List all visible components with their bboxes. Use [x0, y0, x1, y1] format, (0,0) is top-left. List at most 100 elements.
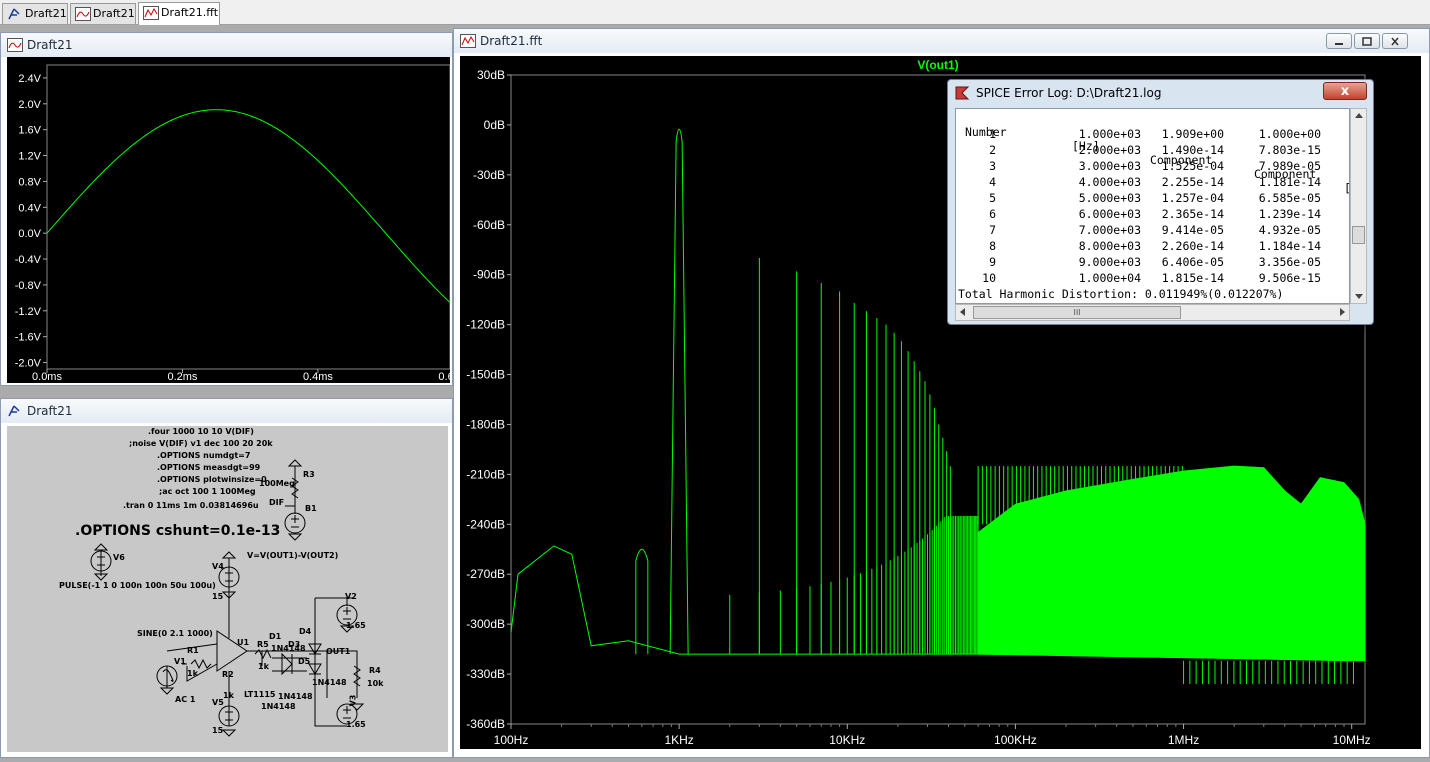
label-v1: V1: [174, 657, 186, 666]
scroll-down-arrow[interactable]: [1355, 294, 1363, 299]
label-d3-value: 1N4148: [261, 702, 296, 711]
fft-icon: [143, 6, 159, 20]
label-r3-value: 100Meg: [259, 479, 295, 488]
log-row: 2 2.000e+03 1.490e-14 7.803e-15: [956, 143, 1349, 159]
row-normalized-component: 7.803e-15: [1258, 143, 1321, 157]
minimize-button[interactable]: [1326, 33, 1352, 49]
row-normalized-component: 9.506e-15: [1258, 271, 1321, 285]
log-row: 3 3.000e+03 1.525e-04 7.989e-05: [956, 159, 1349, 175]
row-frequency: 5.000e+03: [1078, 191, 1141, 205]
directive-plotwinsize: .OPTIONS plotwinsize=0: [157, 475, 267, 484]
row-frequency: 4.000e+03: [1078, 175, 1141, 189]
label-v6: V6: [113, 553, 125, 562]
error-log-horizontal-scrollbar[interactable]: III: [955, 304, 1350, 321]
label-v6-value: PULSE(-1 1 0 100n 100n 50u 100u): [59, 581, 216, 590]
close-button[interactable]: [1382, 33, 1408, 49]
log-row: 5 5.000e+03 1.257e-04 6.585e-05: [956, 191, 1349, 207]
x-tick-label: 0.6ms: [438, 371, 450, 383]
label-v3: V3: [348, 694, 358, 707]
y-tick-label: -1.2V: [15, 306, 42, 318]
log-row: 6 6.000e+03 2.365e-14 1.239e-14: [956, 207, 1349, 223]
row-frequency: 9.000e+03: [1078, 255, 1141, 269]
spice-error-log-window[interactable]: SPICE Error Log: D:\Draft21.log x Number…: [947, 79, 1374, 325]
label-d3: D3: [288, 640, 301, 649]
row-number: 4: [989, 175, 996, 189]
label-b-expr: V=V(OUT1)-V(OUT2): [247, 551, 339, 560]
window-title: Draft21.fft: [480, 34, 543, 48]
row-number: 2: [989, 143, 996, 157]
error-log-vertical-scrollbar[interactable]: [1350, 108, 1367, 304]
directive-four: .four 1000 10 10 V(DIF): [148, 427, 254, 436]
error-log-title: SPICE Error Log: D:\Draft21.log: [976, 86, 1162, 100]
y-tick-label: -120dB: [466, 318, 505, 332]
x-tick-label: 1MHz: [1168, 733, 1199, 747]
x-tick-label: 1KHz: [664, 733, 693, 747]
plot-background: [7, 57, 450, 383]
tab-schematic[interactable]: Draft21: [2, 3, 68, 24]
label-d5: D5: [298, 657, 311, 666]
row-frequency: 7.000e+03: [1078, 223, 1141, 237]
row-number: 8: [989, 239, 996, 253]
row-number: 3: [989, 159, 996, 173]
y-tick-label: -330dB: [466, 667, 505, 681]
row-number: 7: [989, 223, 996, 237]
window-title: Draft21: [27, 404, 73, 418]
row-number: 9: [989, 255, 996, 269]
row-frequency: 1.000e+03: [1078, 127, 1141, 141]
y-tick-label: 30dB: [477, 68, 505, 82]
directive-ac: ;ac oct 100 1 100Meg: [159, 487, 256, 496]
row-component: 6.406e-05: [1161, 255, 1224, 269]
row-normalized-component: 1.184e-14: [1258, 239, 1321, 253]
label-d5-value: 1N4148: [278, 692, 313, 701]
label-v5: V5: [212, 698, 224, 707]
schematic-canvas[interactable]: .four 1000 10 10 V(DIF) ;noise V(DIF) v1…: [7, 426, 448, 752]
scroll-up-arrow[interactable]: [1355, 113, 1363, 118]
row-normalized-component: 6.585e-05: [1258, 191, 1321, 205]
scroll-right-arrow[interactable]: [1340, 308, 1345, 316]
log-header-row: Number [Hz] Component Component [: [956, 111, 1349, 195]
x-tick-label: 10MHz: [1333, 733, 1371, 747]
restore-icon: [1362, 37, 1372, 46]
row-frequency: 1.000e+04: [1078, 271, 1141, 285]
y-tick-label: -270dB: [466, 567, 505, 581]
label-r5-value: 1k: [258, 662, 269, 671]
transient-window[interactable]: Draft21 2.4V 2.0V 1.6V 1.2V 0.8V 0.4V 0.0V -0.4…: [0, 32, 453, 386]
y-tick-label: -60dB: [473, 218, 505, 232]
error-log-text[interactable]: Number [Hz] Component Component [ 1 1.000…: [955, 108, 1350, 304]
label-v4-value: 15: [212, 592, 224, 601]
window-title-bar[interactable]: Draft21: [1, 399, 452, 423]
tab-fft[interactable]: Draft21.fft: [138, 2, 220, 25]
y-tick-label: -240dB: [466, 517, 505, 531]
row-component: 1.909e+00: [1161, 127, 1224, 141]
horizontal-scroll-thumb[interactable]: III: [973, 306, 1181, 319]
y-tick-label: 2.0V: [18, 99, 41, 111]
y-tick-label: 2.4V: [18, 73, 41, 85]
restore-button[interactable]: [1354, 33, 1380, 49]
y-tick-label: -300dB: [466, 617, 505, 631]
row-number: 1: [989, 127, 996, 141]
y-tick-label: 1.2V: [18, 151, 41, 163]
log-row: 9 9.000e+03 6.406e-05 3.356e-05: [956, 255, 1349, 271]
transient-plot[interactable]: 2.4V 2.0V 1.6V 1.2V 0.8V 0.4V 0.0V -0.4V -0.8V -1…: [7, 57, 450, 383]
window-title-bar[interactable]: Draft21: [1, 33, 452, 57]
label-r4-value: 10k: [367, 679, 384, 688]
scroll-thumb[interactable]: [1352, 226, 1365, 244]
row-normalized-component: 1.000e+00: [1258, 127, 1321, 141]
y-tick-label: -180dB: [466, 417, 505, 431]
y-tick-label: -1.6V: [15, 332, 42, 344]
row-normalized-component: 1.181e-14: [1258, 175, 1321, 189]
row-component: 2.260e-14: [1161, 239, 1224, 253]
waveform-icon: [75, 7, 91, 21]
error-log-close-button[interactable]: x: [1323, 82, 1367, 100]
label-d4-value: 1N4148: [312, 678, 347, 687]
row-number: 5: [989, 191, 996, 205]
label-r5: R5: [257, 640, 269, 649]
tab-waveform[interactable]: Draft21: [70, 3, 136, 24]
y-tick-label: 0dB: [484, 118, 505, 132]
waveform-icon: [7, 38, 23, 52]
scroll-left-arrow[interactable]: [960, 308, 965, 316]
y-tick-label: -30dB: [473, 168, 505, 182]
row-component: 2.365e-14: [1161, 207, 1224, 221]
y-tick-label: 0.4V: [18, 202, 41, 214]
window-title-bar[interactable]: Draft21.fft: [454, 29, 1429, 53]
